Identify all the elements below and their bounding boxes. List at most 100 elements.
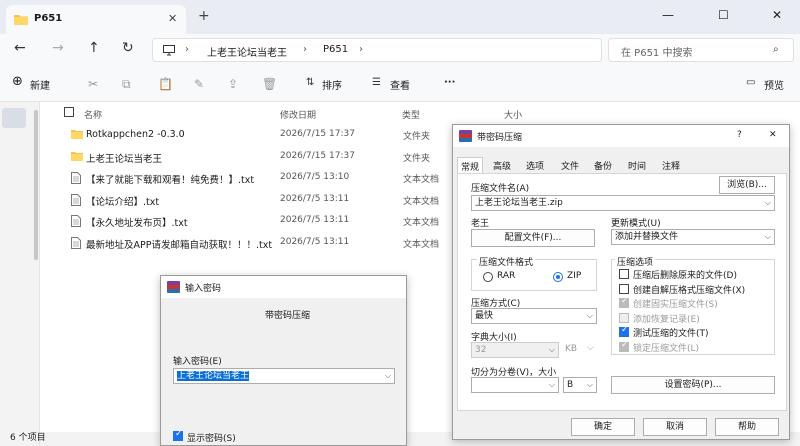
nav-scrollbar[interactable] (34, 110, 38, 260)
close-tab-icon[interactable]: ✕ (168, 12, 177, 25)
breadcrumb-separator-icon: › (359, 44, 363, 55)
tab-comment[interactable]: 注释 (659, 157, 683, 174)
address-bar[interactable]: › 上老王论坛当老王 › P651 › (152, 38, 602, 62)
forward-arrow-icon[interactable]: → (52, 40, 64, 56)
view-button[interactable]: 查看 (390, 77, 410, 92)
new-button[interactable]: 新建 (30, 77, 50, 92)
file-date: 2026/7/5 13:10 (280, 172, 350, 183)
status-bar: 6 个项目 (0, 426, 160, 446)
tab-backup[interactable]: 备份 (591, 157, 615, 174)
text-file-icon (71, 193, 81, 206)
share-icon[interactable]: ⇪ (228, 77, 238, 91)
column-size[interactable]: 大小 (504, 108, 522, 121)
profile-button[interactable]: 配置文件(F)... (471, 229, 595, 247)
file-row[interactable]: 【论坛介绍】.txt 2026/7/5 13:11 文本文档 (40, 189, 460, 211)
select-all-checkbox[interactable] (64, 107, 74, 117)
chevron-down-icon[interactable]: ⌵ (765, 230, 771, 244)
profile-label: 老王 (471, 219, 490, 229)
chevron-down-icon[interactable]: ⌵ (549, 378, 555, 392)
option-checkbox[interactable] (619, 340, 629, 352)
paste-icon[interactable]: 📋 (158, 77, 173, 91)
tab-files[interactable]: 文件 (558, 157, 582, 174)
breadcrumb-item[interactable]: 上老王论坛当老王 (207, 44, 287, 59)
option-label: 创建自解压格式压缩文件(X) (633, 285, 746, 296)
chevron-down-icon[interactable]: ⌵ (765, 196, 771, 210)
help-button[interactable]: 帮助 (715, 418, 779, 436)
dict-unit: KB (565, 344, 578, 354)
cancel-button[interactable]: 取消 (643, 418, 707, 436)
ok-button[interactable]: 确定 (571, 418, 635, 436)
tab-time[interactable]: 时间 (625, 157, 649, 174)
password-input[interactable]: 上老王论坛当老王 ⌵ (173, 368, 395, 384)
breadcrumb-item[interactable]: P651 (323, 44, 348, 55)
refresh-icon[interactable]: ↻ (122, 40, 134, 56)
column-header: 名称 修改日期 类型 大小 (40, 102, 800, 124)
split-size-input[interactable]: ⌵ (471, 377, 559, 393)
chevron-down-icon[interactable]: ⌵ (587, 378, 593, 392)
file-row[interactable]: Rotkappchen2 -0.3.0 2026/7/15 17:37 文件夹 (40, 124, 460, 146)
zip-radio[interactable] (553, 272, 563, 282)
up-arrow-icon[interactable]: ↑ (88, 40, 100, 56)
file-type: 文件夹 (403, 132, 431, 142)
browse-button[interactable]: 浏览(B)... (719, 176, 775, 194)
help-icon[interactable]: ? (737, 130, 742, 140)
option-checkbox[interactable] (619, 312, 629, 323)
file-date: 2026/7/5 13:11 (280, 215, 350, 226)
set-password-button[interactable]: 设置密码(P)... (611, 376, 775, 394)
preview-button[interactable]: 预览 (764, 77, 784, 92)
chevron-down-icon[interactable]: ⌵ (549, 343, 555, 357)
new-tab-button[interactable]: + (198, 8, 210, 24)
text-file-icon (71, 172, 81, 185)
split-unit-select[interactable]: B ⌵ (563, 377, 597, 393)
tab-p651[interactable]: P651 ✕ (6, 5, 186, 34)
tab-options[interactable]: 选项 (523, 157, 547, 174)
rename-icon[interactable]: ✎ (194, 77, 204, 91)
file-row[interactable]: 【来了就能下载和观看！纯免费！】.txt 2026/7/5 13:10 文本文档 (40, 167, 460, 189)
chevron-down-icon[interactable]: ⌵ (587, 309, 593, 323)
file-row[interactable]: 【永久地址发布页】.txt 2026/7/5 13:11 文本文档 (40, 210, 460, 232)
cut-icon[interactable]: ✂ (88, 77, 98, 91)
copy-icon[interactable]: ⧉ (122, 77, 131, 92)
file-date: 2026/7/15 17:37 (280, 129, 355, 139)
method-select[interactable]: 最快 ⌵ (471, 308, 597, 324)
option-checkbox[interactable] (619, 325, 629, 337)
option-label: 测试压缩的文件(T) (633, 329, 709, 339)
column-name[interactable]: 名称 (84, 108, 102, 121)
archive-name-input[interactable]: 上老王论坛当老王.zip ⌵ (471, 195, 775, 211)
archive-dialog: 带密码压缩 ? ✕ 常规 高级 选项 文件 备份 时间 注释 压缩文件名(A) … (452, 124, 790, 440)
minimize-button[interactable]: — (662, 8, 674, 22)
archive-name-label: 压缩文件名(A) (471, 184, 530, 194)
option-checkbox[interactable] (619, 296, 629, 308)
search-input[interactable]: 在 P651 中搜索 ⌕ (608, 38, 794, 62)
tab-advanced[interactable]: 高级 (490, 157, 514, 174)
chevron-down-icon[interactable]: ⌵ (385, 369, 391, 383)
option-label: 创建固实压缩文件(S) (633, 300, 718, 310)
chevron-down-icon[interactable]: ⌵ (587, 343, 594, 353)
dict-select[interactable]: 32 ⌵ (471, 342, 559, 358)
close-window-button[interactable]: ✕ (772, 8, 782, 22)
option-checkbox[interactable] (619, 269, 629, 279)
update-mode-select[interactable]: 添加并替换文件 ⌵ (611, 229, 775, 245)
nav-selected-item[interactable] (2, 108, 26, 128)
maximize-button[interactable]: ☐ (718, 8, 729, 22)
file-type: 文本文档 (403, 240, 440, 250)
folder-icon (71, 151, 83, 161)
back-arrow-icon[interactable]: ← (14, 40, 26, 56)
show-password-checkbox[interactable] (173, 429, 183, 441)
sort-button[interactable]: 排序 (322, 77, 342, 92)
file-row[interactable]: 上老王论坛当老王 2026/7/15 17:37 文件夹 (40, 146, 460, 168)
preview-icon: ▭ (746, 77, 756, 88)
file-row[interactable]: 最新地址及APP请发邮箱自动获取！！！.txt 2026/7/5 13:11 文本文… (40, 232, 460, 254)
search-icon: ⌕ (773, 44, 779, 55)
option-checkbox[interactable] (619, 283, 629, 294)
delete-icon[interactable]: 🗑 (262, 77, 277, 91)
close-icon[interactable]: ✕ (769, 130, 777, 140)
column-modified[interactable]: 修改日期 (280, 108, 316, 121)
new-plus-icon[interactable]: ⊕ (12, 74, 23, 89)
rar-radio[interactable] (483, 272, 493, 282)
command-bar: ⊕ 新建 ✂ ⧉ 📋 ✎ ⇪ 🗑 ⇅ 排序 ☰ 查看 ··· ▭ 预览 (0, 66, 800, 102)
sort-icon: ⇅ (306, 77, 315, 88)
winrar-icon (167, 281, 180, 293)
more-button[interactable]: ··· (444, 77, 455, 88)
column-type[interactable]: 类型 (402, 108, 420, 121)
